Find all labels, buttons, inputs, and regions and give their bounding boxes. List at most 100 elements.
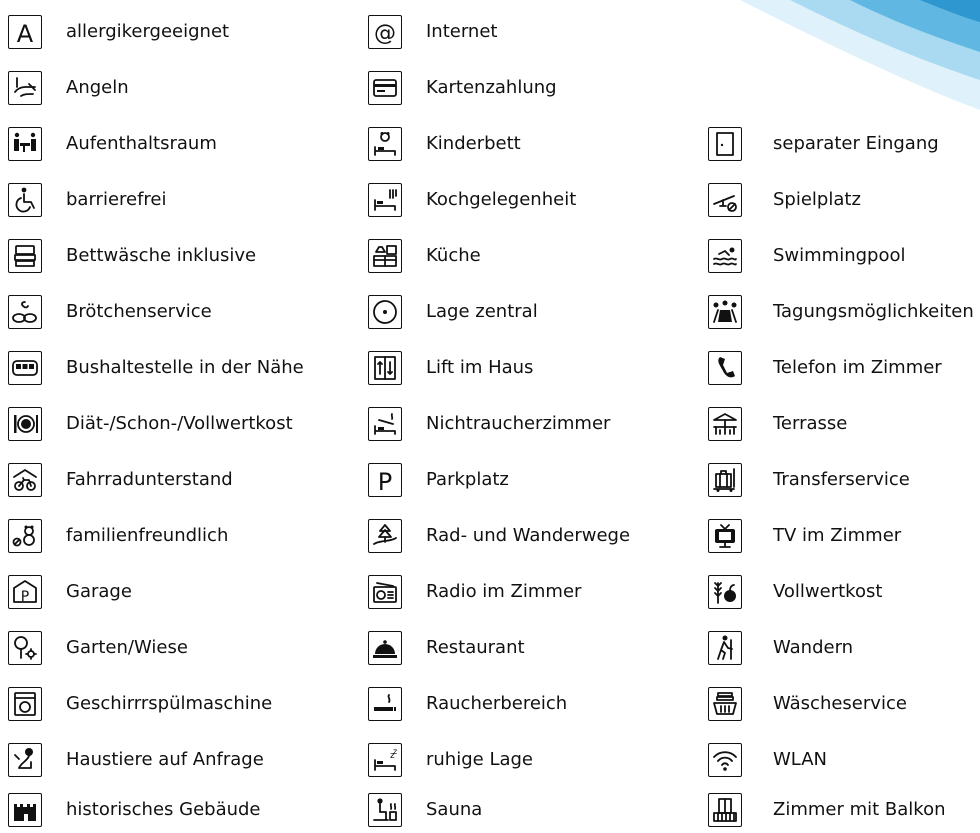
family-teddy-icon [8, 519, 42, 553]
legend-item: Küche [368, 236, 481, 276]
legend-item: WLAN [708, 740, 827, 780]
bus-icon [8, 351, 42, 385]
svg-text:z: z [393, 747, 397, 756]
legend-label: Bettwäsche inklusive [66, 245, 257, 266]
legend-label: allergikergeeignet [66, 21, 230, 42]
legend-label: separater Eingang [773, 133, 939, 154]
wifi-icon [708, 743, 742, 777]
legend-label: Tagungsmöglichkeiten [773, 301, 974, 322]
sauna-icon [368, 793, 402, 827]
legend-item: separater Eingang [708, 124, 939, 164]
legend-item: Lage zentral [368, 292, 538, 332]
legend-label: familienfreundlich [66, 525, 229, 546]
legend-item: Kartenzahlung [368, 68, 557, 108]
legend-item: Brötchenservice [8, 292, 212, 332]
legend-label: Telefon im Zimmer [773, 357, 942, 378]
terrace-icon [708, 407, 742, 441]
legend-item: historisches Gebäude [8, 790, 261, 830]
svg-text:P: P [378, 468, 392, 494]
legend-label: Rad- und Wanderwege [426, 525, 631, 546]
legend-item: Lift im Haus [368, 348, 533, 388]
legend-label: Diät-/Schon-/Vollwertkost [66, 413, 293, 434]
letter-a-icon: A [8, 15, 42, 49]
legend-item: Kochgelegenheit [368, 180, 576, 220]
legend-label: Raucherbereich [426, 693, 568, 714]
plate-cutlery-icon [8, 407, 42, 441]
legend-item: Aallergikergeeignet [8, 12, 229, 52]
legend-label: Radio im Zimmer [426, 581, 582, 602]
legend-label: Garage [66, 581, 132, 602]
legend-item: @ Internet [368, 12, 497, 52]
no-smoking-bed-icon [368, 407, 402, 441]
legend-label: TV im Zimmer [773, 525, 902, 546]
legend-item: Tagungsmöglichkeiten [708, 292, 974, 332]
legend-item: Restaurant [368, 628, 525, 668]
center-point-icon [368, 295, 402, 329]
hiker-icon [708, 631, 742, 665]
legend-label: Bushaltestelle in der Nähe [66, 357, 304, 378]
legend-label: historisches Gebäude [66, 799, 261, 820]
legend-label: Parkplatz [426, 469, 509, 490]
legend-item: Aufenthaltsraum [8, 124, 217, 164]
bed-linen-icon [8, 239, 42, 273]
telephone-icon [708, 351, 742, 385]
legend-label: WLAN [773, 749, 828, 770]
svg-text:A: A [17, 20, 34, 46]
door-icon [708, 127, 742, 161]
legend-item: z z ruhige Lage [368, 740, 533, 780]
legend-item: Telefon im Zimmer [708, 348, 942, 388]
legend-label: Aufenthaltsraum [66, 133, 217, 154]
legend-label: Transferservice [773, 469, 910, 490]
laundry-icon [708, 687, 742, 721]
legend-item: P Garage [8, 572, 132, 612]
legend-item: Spielplatz [708, 180, 861, 220]
garden-icon [8, 631, 42, 665]
legend-label: Kinderbett [426, 133, 521, 154]
legend-item: Radio im Zimmer [368, 572, 581, 612]
at-sign-icon: @ [368, 15, 402, 49]
legend-label: ruhige Lage [426, 749, 533, 770]
legend-item: Haustiere auf Anfrage [8, 740, 264, 780]
legend-item: Bettwäsche inklusive [8, 236, 256, 276]
legend-label: Wandern [773, 637, 854, 658]
legend-item: Transferservice [708, 460, 910, 500]
legend-item: familienfreundlich [8, 516, 228, 556]
legend-label: Sauna [426, 799, 483, 820]
legend-label: Kochgelegenheit [426, 189, 577, 210]
legend-label: Angeln [66, 77, 129, 98]
credit-card-icon [368, 71, 402, 105]
balcony-icon [708, 793, 742, 827]
legend-label: Spielplatz [773, 189, 861, 210]
wheat-apple-icon [708, 575, 742, 609]
legend-label: Garten/Wiese [66, 637, 188, 658]
parking-icon: P [368, 463, 402, 497]
legend-item: TV im Zimmer [708, 516, 901, 556]
wheelchair-icon [8, 183, 42, 217]
legend-item: Terrasse [708, 404, 847, 444]
castle-icon [8, 793, 42, 827]
seesaw-icon [708, 183, 742, 217]
legend-item: Garten/Wiese [8, 628, 188, 668]
dishwasher-icon [8, 687, 42, 721]
legend-label: Geschirrrspülmaschine [66, 693, 273, 714]
legend-item: Diät-/Schon-/Vollwertkost [8, 404, 293, 444]
legend-item: Sauna [368, 790, 482, 830]
elevator-icon [368, 351, 402, 385]
legend-label: Fahrradunterstand [66, 469, 233, 490]
legend-label: Restaurant [426, 637, 525, 658]
legend-label: Terrasse [773, 413, 848, 434]
cloche-icon [368, 631, 402, 665]
legend-label: Brötchenservice [66, 301, 212, 322]
legend-item: P Parkplatz [368, 460, 509, 500]
legend-item: Vollwertkost [708, 572, 882, 612]
legend-item: Bushaltestelle in der Nähe [8, 348, 304, 388]
radio-icon [368, 575, 402, 609]
legend-item: Kinderbett [368, 124, 521, 164]
legend-item: Nichtraucherzimmer [368, 404, 610, 444]
cigarette-icon [368, 687, 402, 721]
legend-item: Rad- und Wanderwege [368, 516, 630, 556]
bike-shelter-icon [8, 463, 42, 497]
trail-icon [368, 519, 402, 553]
legend-label: Lage zentral [426, 301, 538, 322]
legend-item: barrierefrei [8, 180, 167, 220]
